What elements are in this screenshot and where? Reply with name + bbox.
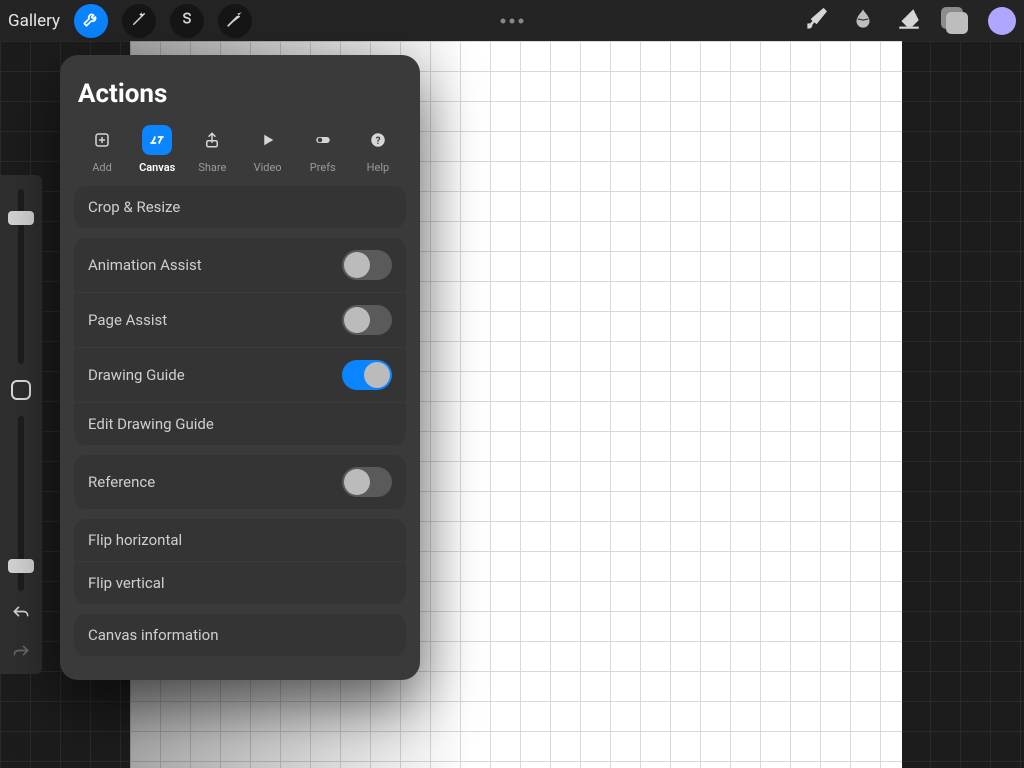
tab-label: Help: [367, 161, 390, 174]
svg-text:?: ?: [376, 136, 381, 147]
tab-prefs[interactable]: Prefs: [299, 125, 347, 174]
brush-tool[interactable]: [794, 0, 840, 41]
row-label: Page Assist: [88, 311, 167, 329]
actions-popover: Actions Add Canvas Share Video Prefs: [60, 55, 420, 680]
slider-knob[interactable]: [8, 559, 34, 573]
modify-button[interactable]: [11, 380, 31, 400]
row-label: Drawing Guide: [88, 366, 185, 384]
wand-icon: [130, 10, 148, 32]
wrench-icon: [82, 10, 100, 32]
row-label: Edit Drawing Guide: [88, 415, 214, 433]
animation-assist-toggle[interactable]: [342, 250, 392, 280]
actions-button[interactable]: [74, 4, 108, 38]
add-image-icon: [87, 125, 117, 155]
smudge-tool[interactable]: [840, 0, 886, 41]
selection-s-icon: [178, 10, 196, 32]
eraser-icon: [896, 6, 922, 36]
flip-vertical-row[interactable]: Flip vertical: [74, 561, 406, 604]
layers-icon: [941, 7, 969, 35]
tab-share[interactable]: Share: [188, 125, 236, 174]
toggle-icon: [308, 125, 338, 155]
popover-title: Actions: [78, 79, 402, 109]
crop-resize-row[interactable]: Crop & Resize: [74, 186, 406, 228]
tab-video[interactable]: Video: [244, 125, 292, 174]
dot-icon: [519, 18, 524, 23]
undo-button[interactable]: [11, 604, 31, 628]
color-swatch[interactable]: [988, 7, 1016, 35]
flip-horizontal-row[interactable]: Flip horizontal: [74, 519, 406, 561]
row-label: Flip horizontal: [88, 531, 182, 549]
undo-redo-panel: [0, 596, 42, 674]
arrow-icon: [226, 10, 244, 32]
tab-help[interactable]: ? Help: [354, 125, 402, 174]
page-assist-toggle[interactable]: [342, 305, 392, 335]
slider-knob[interactable]: [8, 211, 34, 225]
row-label: Crop & Resize: [88, 198, 180, 216]
row-label: Reference: [88, 473, 155, 491]
opacity-slider[interactable]: [18, 416, 24, 591]
tab-canvas[interactable]: Canvas: [133, 125, 181, 174]
tab-label: Video: [254, 161, 282, 174]
right-tool-cluster: [794, 0, 1016, 41]
left-sidebar: [0, 175, 42, 605]
help-icon: ?: [363, 125, 393, 155]
tab-label: Prefs: [310, 161, 336, 174]
tab-add[interactable]: Add: [78, 125, 126, 174]
modify-dots[interactable]: [501, 18, 524, 23]
tab-label: Add: [92, 161, 112, 174]
row-label: Flip vertical: [88, 574, 165, 592]
gallery-button[interactable]: Gallery: [8, 11, 60, 31]
reference-toggle[interactable]: [342, 467, 392, 497]
adjustments-button[interactable]: [122, 4, 156, 38]
tab-label: Canvas: [139, 161, 175, 174]
eraser-tool[interactable]: [886, 0, 932, 41]
tab-label: Share: [198, 161, 226, 174]
share-icon: [197, 125, 227, 155]
animation-assist-row[interactable]: Animation Assist: [74, 238, 406, 292]
dot-icon: [501, 18, 506, 23]
selection-button[interactable]: [170, 4, 204, 38]
row-label: Animation Assist: [88, 256, 202, 274]
transform-button[interactable]: [218, 4, 252, 38]
brush-size-slider[interactable]: [18, 189, 24, 364]
page-assist-row[interactable]: Page Assist: [74, 292, 406, 347]
top-toolbar: Gallery: [0, 0, 1024, 41]
dot-icon: [510, 18, 515, 23]
app-root: Gallery: [0, 0, 1024, 768]
canvas-information-row[interactable]: Canvas information: [74, 614, 406, 656]
brush-icon: [804, 6, 830, 36]
row-label: Canvas information: [88, 626, 218, 644]
play-icon: [253, 125, 283, 155]
drawing-guide-row[interactable]: Drawing Guide: [74, 347, 406, 402]
smudge-icon: [850, 6, 876, 36]
edit-drawing-guide-row[interactable]: Edit Drawing Guide: [74, 402, 406, 445]
canvas-icon: [142, 125, 172, 155]
layers-button[interactable]: [932, 0, 978, 41]
redo-button[interactable]: [11, 643, 31, 667]
popover-tabs: Add Canvas Share Video Prefs ? Help: [74, 125, 406, 186]
reference-row[interactable]: Reference: [74, 455, 406, 509]
drawing-guide-toggle[interactable]: [342, 360, 392, 390]
